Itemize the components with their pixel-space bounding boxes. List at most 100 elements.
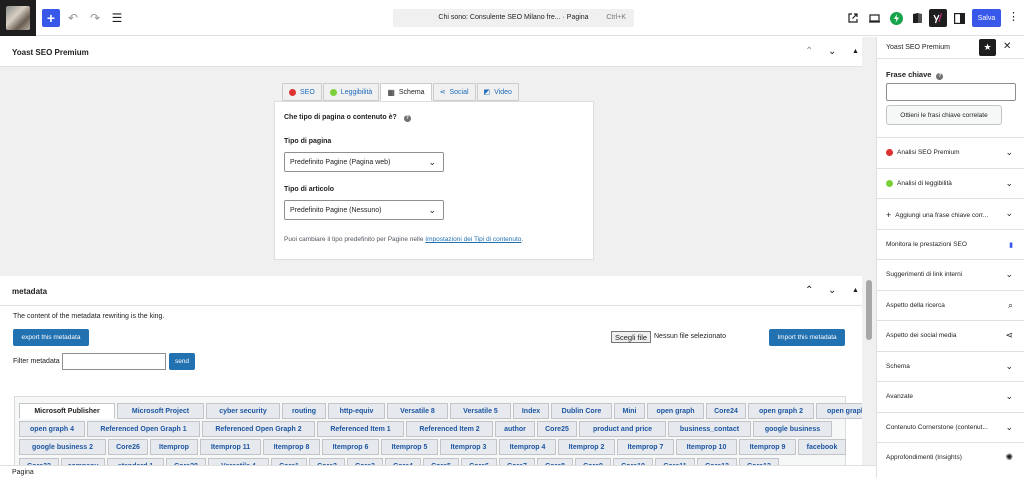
- metadata-tag-button[interactable]: open graph 4: [19, 421, 85, 437]
- metadata-tag-button[interactable]: Core10: [613, 458, 653, 465]
- metadata-tag-button[interactable]: Core12: [697, 458, 737, 465]
- metadata-tag-button[interactable]: open graph: [647, 403, 704, 419]
- metadata-tag-button[interactable]: Core7: [499, 458, 535, 465]
- sidebar-section-row[interactable]: Schema ⌄: [877, 351, 1024, 381]
- metadata-tag-button[interactable]: Core20: [166, 458, 206, 465]
- metadata-tag-button[interactable]: Core3: [347, 458, 383, 465]
- redo-icon[interactable]: ↷: [86, 9, 104, 27]
- metadata-tag-button[interactable]: Itemprop 5: [381, 439, 438, 455]
- tab-schema[interactable]: ▦ Schema: [380, 83, 432, 101]
- metadata-tag-button[interactable]: Referenced Open Graph 1: [87, 421, 200, 437]
- metadata-tag-button[interactable]: Core23: [19, 458, 59, 465]
- help-icon[interactable]: ?: [403, 115, 411, 122]
- list-view-icon[interactable]: ☰: [108, 9, 126, 27]
- metadata-tag-button[interactable]: Itemprop: [150, 439, 198, 455]
- metadata-tag-button[interactable]: Core9: [575, 458, 611, 465]
- collapse-panel-icon[interactable]: ▲: [852, 287, 859, 294]
- metadata-tag-button[interactable]: facebook: [798, 439, 846, 455]
- metadata-tag-button[interactable]: Itemprop 4: [499, 439, 556, 455]
- sidebar-section-row[interactable]: Aspetto dei social media ⋖: [877, 320, 1024, 350]
- sidebar-section-row[interactable]: Approfondimenti (Insights) ✺: [877, 442, 1024, 472]
- metadata-tag-button[interactable]: Core11: [655, 458, 695, 465]
- move-up-icon[interactable]: ⌃: [805, 46, 813, 57]
- metadata-tag-button[interactable]: google business 2: [19, 439, 106, 455]
- page-type-select[interactable]: Predefinito Pagine (Pagina web) ⌄: [284, 152, 444, 172]
- metadata-tag-button[interactable]: cyber security: [206, 403, 280, 419]
- sidebar-section-row[interactable]: Aspetto della ricerca ⌕: [877, 290, 1024, 320]
- filter-metadata-input[interactable]: [62, 353, 166, 370]
- tab-readability[interactable]: Leggibilità: [322, 83, 380, 101]
- help-icon[interactable]: ?: [936, 73, 944, 80]
- tab-social[interactable]: ⋖ Social: [432, 83, 476, 101]
- metadata-tag-button[interactable]: Referenced Item 2: [406, 421, 493, 437]
- metadata-tag-button[interactable]: Itemprop 8: [263, 439, 320, 455]
- metadata-tag-button[interactable]: Core13: [739, 458, 779, 465]
- device-preview-icon[interactable]: [866, 10, 882, 26]
- metadata-tag-button[interactable]: Versatile 4: [208, 458, 269, 465]
- export-metadata-button[interactable]: export this metadata: [13, 329, 89, 346]
- metadata-tag-button[interactable]: Core4: [385, 458, 421, 465]
- site-logo[interactable]: [0, 0, 36, 36]
- sidebar-section-row[interactable]: Monitora le prestazioni SEO ▮: [877, 229, 1024, 259]
- sidebar-section-row[interactable]: Analisi di leggibilità ⌄: [877, 168, 1024, 198]
- content-scrollbar[interactable]: [862, 37, 876, 465]
- scrollbar-thumb[interactable]: [866, 280, 872, 340]
- metadata-tag-button[interactable]: Core8: [537, 458, 573, 465]
- metadata-tag-button[interactable]: author: [495, 421, 535, 437]
- metadata-tag-button[interactable]: http-equiv: [328, 403, 385, 419]
- metadata-tag-button[interactable]: open graph 3: [816, 403, 862, 419]
- import-metadata-button[interactable]: Import this metadata: [769, 329, 845, 346]
- metadata-tag-button[interactable]: standard 1: [107, 458, 164, 465]
- metadata-tag-button[interactable]: Itemprop 11: [200, 439, 261, 455]
- metadata-tag-button[interactable]: open graph 2: [748, 403, 814, 419]
- sidebar-section-row[interactable]: Avanzate ⌄: [877, 381, 1024, 411]
- sidebar-section-row[interactable]: Contenuto Cornerstone (contenut... ⌄: [877, 412, 1024, 442]
- metadata-tag-button[interactable]: Versatile 5: [450, 403, 511, 419]
- more-options-icon[interactable]: ⋮: [1008, 10, 1019, 23]
- metadata-tag-button[interactable]: Microsoft Project: [117, 403, 204, 419]
- sidebar-section-row[interactable]: Analisi SEO Premium ⌄: [877, 137, 1024, 167]
- tab-seo[interactable]: SEO: [282, 83, 322, 101]
- metadata-tag-button[interactable]: Index: [513, 403, 549, 419]
- metadata-tag-button[interactable]: Mini: [614, 403, 645, 419]
- star-icon[interactable]: ★: [979, 39, 996, 56]
- close-icon[interactable]: ✕: [1003, 41, 1011, 52]
- move-down-icon[interactable]: ⌄: [828, 285, 836, 296]
- related-keyphrases-button[interactable]: Ottieni le frasi chiave correlate: [886, 105, 1002, 125]
- metadata-tag-button[interactable]: google business: [753, 421, 832, 437]
- metadata-tag-button[interactable]: Core1: [271, 458, 307, 465]
- plugin-book-icon[interactable]: [909, 10, 925, 26]
- metadata-tag-button[interactable]: Core25: [537, 421, 577, 437]
- send-button[interactable]: send: [169, 353, 195, 370]
- metadata-tag-button[interactable]: Referenced Open Graph 2: [202, 421, 315, 437]
- tab-video[interactable]: ◩ Video: [476, 83, 519, 101]
- metadata-tag-button[interactable]: Referenced Item 1: [317, 421, 404, 437]
- metadata-tag-button[interactable]: product and price: [579, 421, 666, 437]
- performance-bolt-icon[interactable]: [888, 10, 904, 26]
- keyphrase-input[interactable]: [886, 83, 1016, 101]
- add-block-button[interactable]: +: [42, 9, 60, 27]
- undo-icon[interactable]: ↶: [64, 9, 82, 27]
- metadata-tag-button[interactable]: routing: [282, 403, 326, 419]
- metadata-tag-button[interactable]: Core26: [108, 439, 148, 455]
- block-breadcrumb[interactable]: Pagina: [0, 465, 876, 478]
- command-palette-bar[interactable]: Chi sono: Consulente SEO Milano fre... ·…: [393, 9, 634, 27]
- metadata-tag-button[interactable]: Itemprop 6: [322, 439, 379, 455]
- move-up-icon[interactable]: ⌃: [805, 285, 813, 296]
- metadata-tag-button[interactable]: Itemprop 3: [440, 439, 497, 455]
- metadata-tag-button[interactable]: Dublin Core: [551, 403, 612, 419]
- metadata-tag-button[interactable]: Itemprop 9: [739, 439, 796, 455]
- metadata-tag-button[interactable]: Core2: [309, 458, 345, 465]
- metadata-tag-button[interactable]: company: [61, 458, 105, 465]
- metadata-tag-button[interactable]: Core5: [423, 458, 459, 465]
- metadata-tag-button[interactable]: Itemprop 10: [676, 439, 737, 455]
- metadata-tag-button[interactable]: Core6: [461, 458, 497, 465]
- collapse-panel-icon[interactable]: ▲: [852, 48, 859, 55]
- article-type-select[interactable]: Predefinito Pagine (Nessuno) ⌄: [284, 200, 444, 220]
- move-down-icon[interactable]: ⌄: [828, 46, 836, 57]
- metadata-tag-button[interactable]: Itemprop 2: [558, 439, 615, 455]
- metadata-tag-button[interactable]: Versatile 8: [387, 403, 448, 419]
- save-button[interactable]: Salva: [972, 9, 1001, 27]
- metadata-tag-button[interactable]: Itemprop 7: [617, 439, 674, 455]
- sidebar-toggle-icon[interactable]: [951, 10, 967, 26]
